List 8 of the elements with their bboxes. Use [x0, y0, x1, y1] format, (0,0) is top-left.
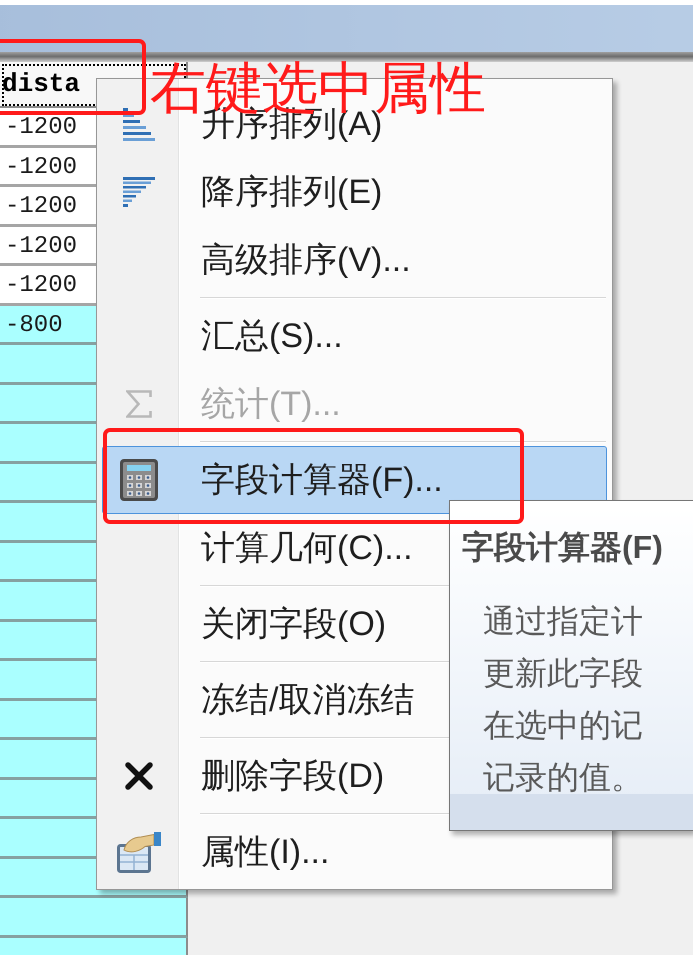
- sigma-icon: [126, 390, 152, 418]
- tooltip-title: 字段计算器(F): [462, 531, 663, 563]
- sort-descending-icon: [123, 177, 155, 207]
- calculator-icon: [120, 459, 158, 501]
- menu-item[interactable]: 字段计算器(F)...: [102, 446, 607, 514]
- table-hand-icon: [117, 831, 161, 873]
- cross-icon: [125, 762, 153, 790]
- tooltip-description: 通过指定计 更新此字段 在选中的记 记录的值。: [483, 602, 643, 797]
